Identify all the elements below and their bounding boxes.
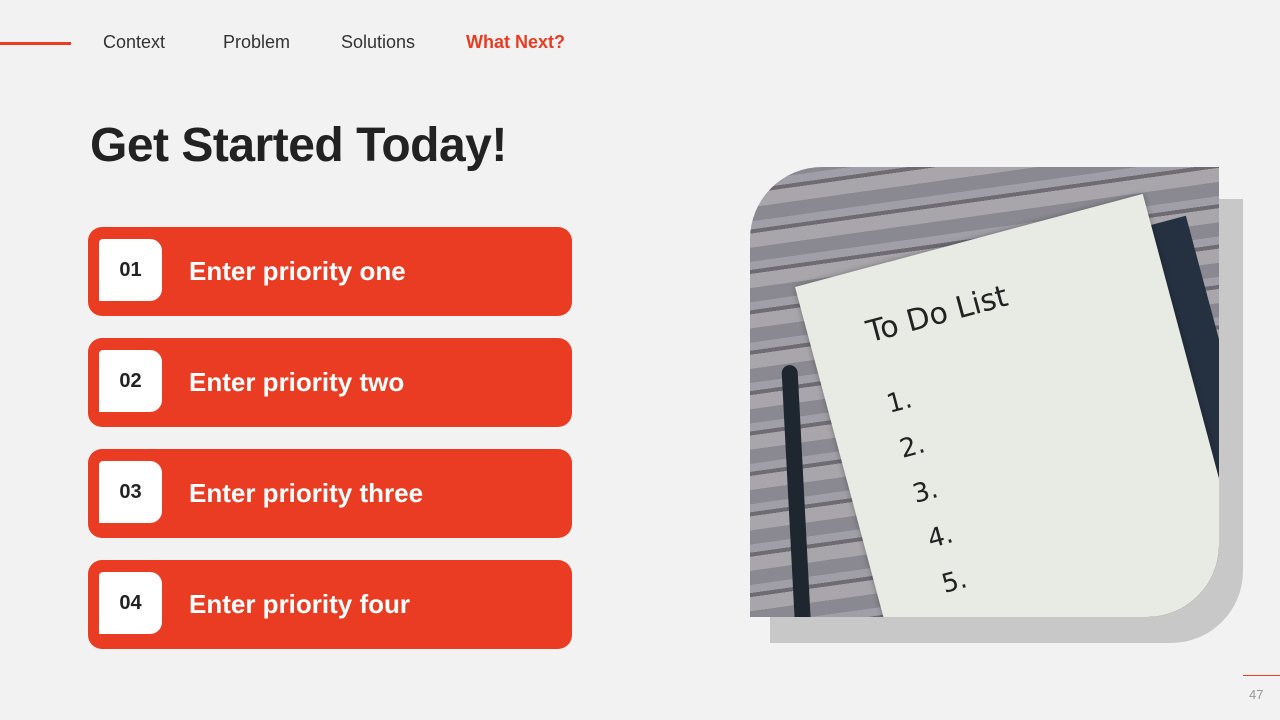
priority-card: 02 Enter priority two <box>88 338 572 427</box>
priority-number: 02 <box>99 350 162 412</box>
priority-card: 03 Enter priority three <box>88 449 572 538</box>
priority-card: 04 Enter priority four <box>88 560 572 649</box>
pen <box>781 364 811 617</box>
page-number-line <box>1243 675 1280 676</box>
priority-label: Enter priority three <box>189 478 424 508</box>
priority-number: 04 <box>99 572 162 634</box>
nav-problem[interactable]: Problem <box>223 32 290 53</box>
priority-label: Enter priority one <box>189 256 406 286</box>
nav-what-next[interactable]: What Next? <box>466 32 565 53</box>
priority-label: Enter priority two <box>189 367 405 397</box>
nav-indicator-line <box>0 42 71 45</box>
priority-number: 01 <box>99 239 162 301</box>
page-number: 47 <box>1249 687 1264 702</box>
nav-context[interactable]: Context <box>103 32 165 53</box>
notebook-page <box>795 193 1219 617</box>
priority-number: 03 <box>99 461 162 523</box>
nav-solutions[interactable]: Solutions <box>341 32 415 53</box>
priority-label: Enter priority four <box>189 589 411 619</box>
page-title: Get Started Today! <box>90 119 507 172</box>
priority-card: 01 Enter priority one <box>88 227 572 316</box>
todo-list-photo: To Do List 1. 2. 3. 4. 5. <box>750 167 1219 617</box>
